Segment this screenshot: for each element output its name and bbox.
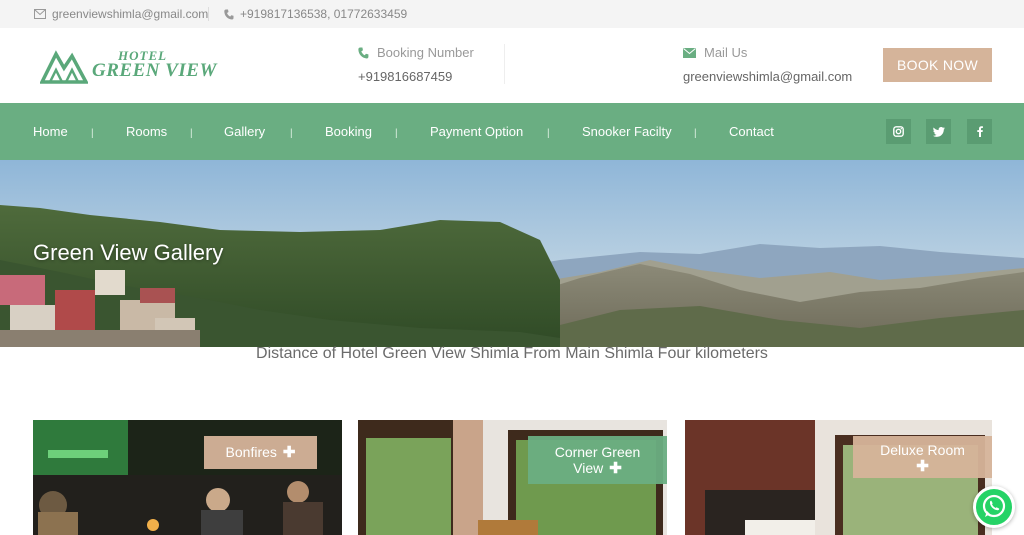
- nav-separator: |: [547, 128, 550, 139]
- phone-icon: [224, 9, 234, 19]
- booking-number-label: Booking Number: [377, 45, 474, 60]
- facebook-icon: [976, 126, 983, 137]
- nav-contact[interactable]: Contact: [729, 124, 774, 139]
- booking-number-block: Booking Number +919816687459: [358, 45, 474, 84]
- main-navigation: Home | Rooms | Gallery | Booking | Payme…: [0, 103, 1024, 160]
- book-now-button[interactable]: BOOK NOW: [883, 48, 992, 82]
- top-contact-bar: greenviewshimla@gmail.com +919817136538,…: [0, 0, 1024, 28]
- instagram-button[interactable]: [886, 119, 911, 144]
- whatsapp-chat-button[interactable]: [973, 486, 1015, 528]
- envelope-icon: [34, 9, 46, 19]
- whatsapp-icon: [982, 494, 1006, 518]
- booking-number-value[interactable]: +919816687459: [358, 69, 474, 84]
- topbar-email[interactable]: greenviewshimla@gmail.com: [34, 7, 208, 21]
- topbar-phone-text: +919817136538, 01772633459: [240, 7, 408, 21]
- nav-separator: |: [91, 128, 94, 139]
- gallery-card-deluxe-room[interactable]: Deluxe Room ✚: [685, 420, 992, 535]
- phone-icon: [358, 47, 369, 58]
- gallery-card-bonfires[interactable]: Bonfires ✚: [33, 420, 342, 535]
- distance-text: Distance of Hotel Green View Shimla From…: [256, 345, 768, 362]
- nav-gallery[interactable]: Gallery: [224, 124, 265, 139]
- corner-green-view-label-tag[interactable]: Corner Green View ✚: [528, 436, 667, 484]
- deluxe-room-label-tag[interactable]: Deluxe Room ✚: [853, 436, 992, 478]
- corner-green-view-label-line2: View: [573, 460, 604, 476]
- mountain-logo-icon: [40, 50, 88, 84]
- header-divider: [504, 44, 505, 84]
- nav-rooms[interactable]: Rooms: [126, 124, 167, 139]
- nav-separator: |: [395, 128, 398, 139]
- facebook-button[interactable]: [967, 119, 992, 144]
- plus-icon: ✚: [609, 460, 622, 477]
- mail-us-value[interactable]: greenviewshimla@gmail.com: [683, 69, 852, 84]
- hero-title: Green View Gallery: [33, 240, 224, 265]
- logo-name-text: GREEN VIEW: [92, 60, 217, 81]
- nav-payment-option[interactable]: Payment Option: [430, 124, 523, 139]
- deluxe-room-label: Deluxe Room: [880, 442, 965, 458]
- bonfires-label: Bonfires: [225, 444, 277, 460]
- mail-us-block: Mail Us greenviewshimla@gmail.com: [683, 45, 852, 84]
- gallery-hero-banner: Green View Gallery: [0, 160, 1024, 347]
- gallery-card-corner-green-view[interactable]: Corner Green View ✚: [358, 420, 667, 535]
- twitter-icon: [932, 126, 945, 137]
- envelope-icon: [683, 47, 696, 58]
- mail-us-label: Mail Us: [704, 45, 748, 60]
- plus-icon: ✚: [282, 444, 296, 461]
- nav-separator: |: [190, 128, 193, 139]
- site-logo[interactable]: HOTEL GREEN VIEW: [40, 48, 220, 88]
- twitter-button[interactable]: [926, 119, 951, 144]
- topbar-email-text: greenviewshimla@gmail.com: [52, 7, 209, 21]
- site-header: HOTEL GREEN VIEW Booking Number +9198166…: [0, 28, 1024, 103]
- nav-home[interactable]: Home: [33, 124, 68, 139]
- nav-separator: |: [290, 128, 293, 139]
- topbar-divider: [208, 7, 209, 21]
- corner-green-view-label-line1: Corner Green: [554, 444, 641, 460]
- nav-booking[interactable]: Booking: [325, 124, 372, 139]
- plus-icon: ✚: [916, 458, 929, 475]
- nav-snooker-facility[interactable]: Snooker Facilty: [582, 124, 672, 139]
- bonfires-label-tag[interactable]: Bonfires ✚: [204, 436, 317, 469]
- topbar-phone[interactable]: +919817136538, 01772633459: [224, 7, 407, 21]
- nav-separator: |: [694, 128, 697, 139]
- instagram-icon: [893, 126, 904, 137]
